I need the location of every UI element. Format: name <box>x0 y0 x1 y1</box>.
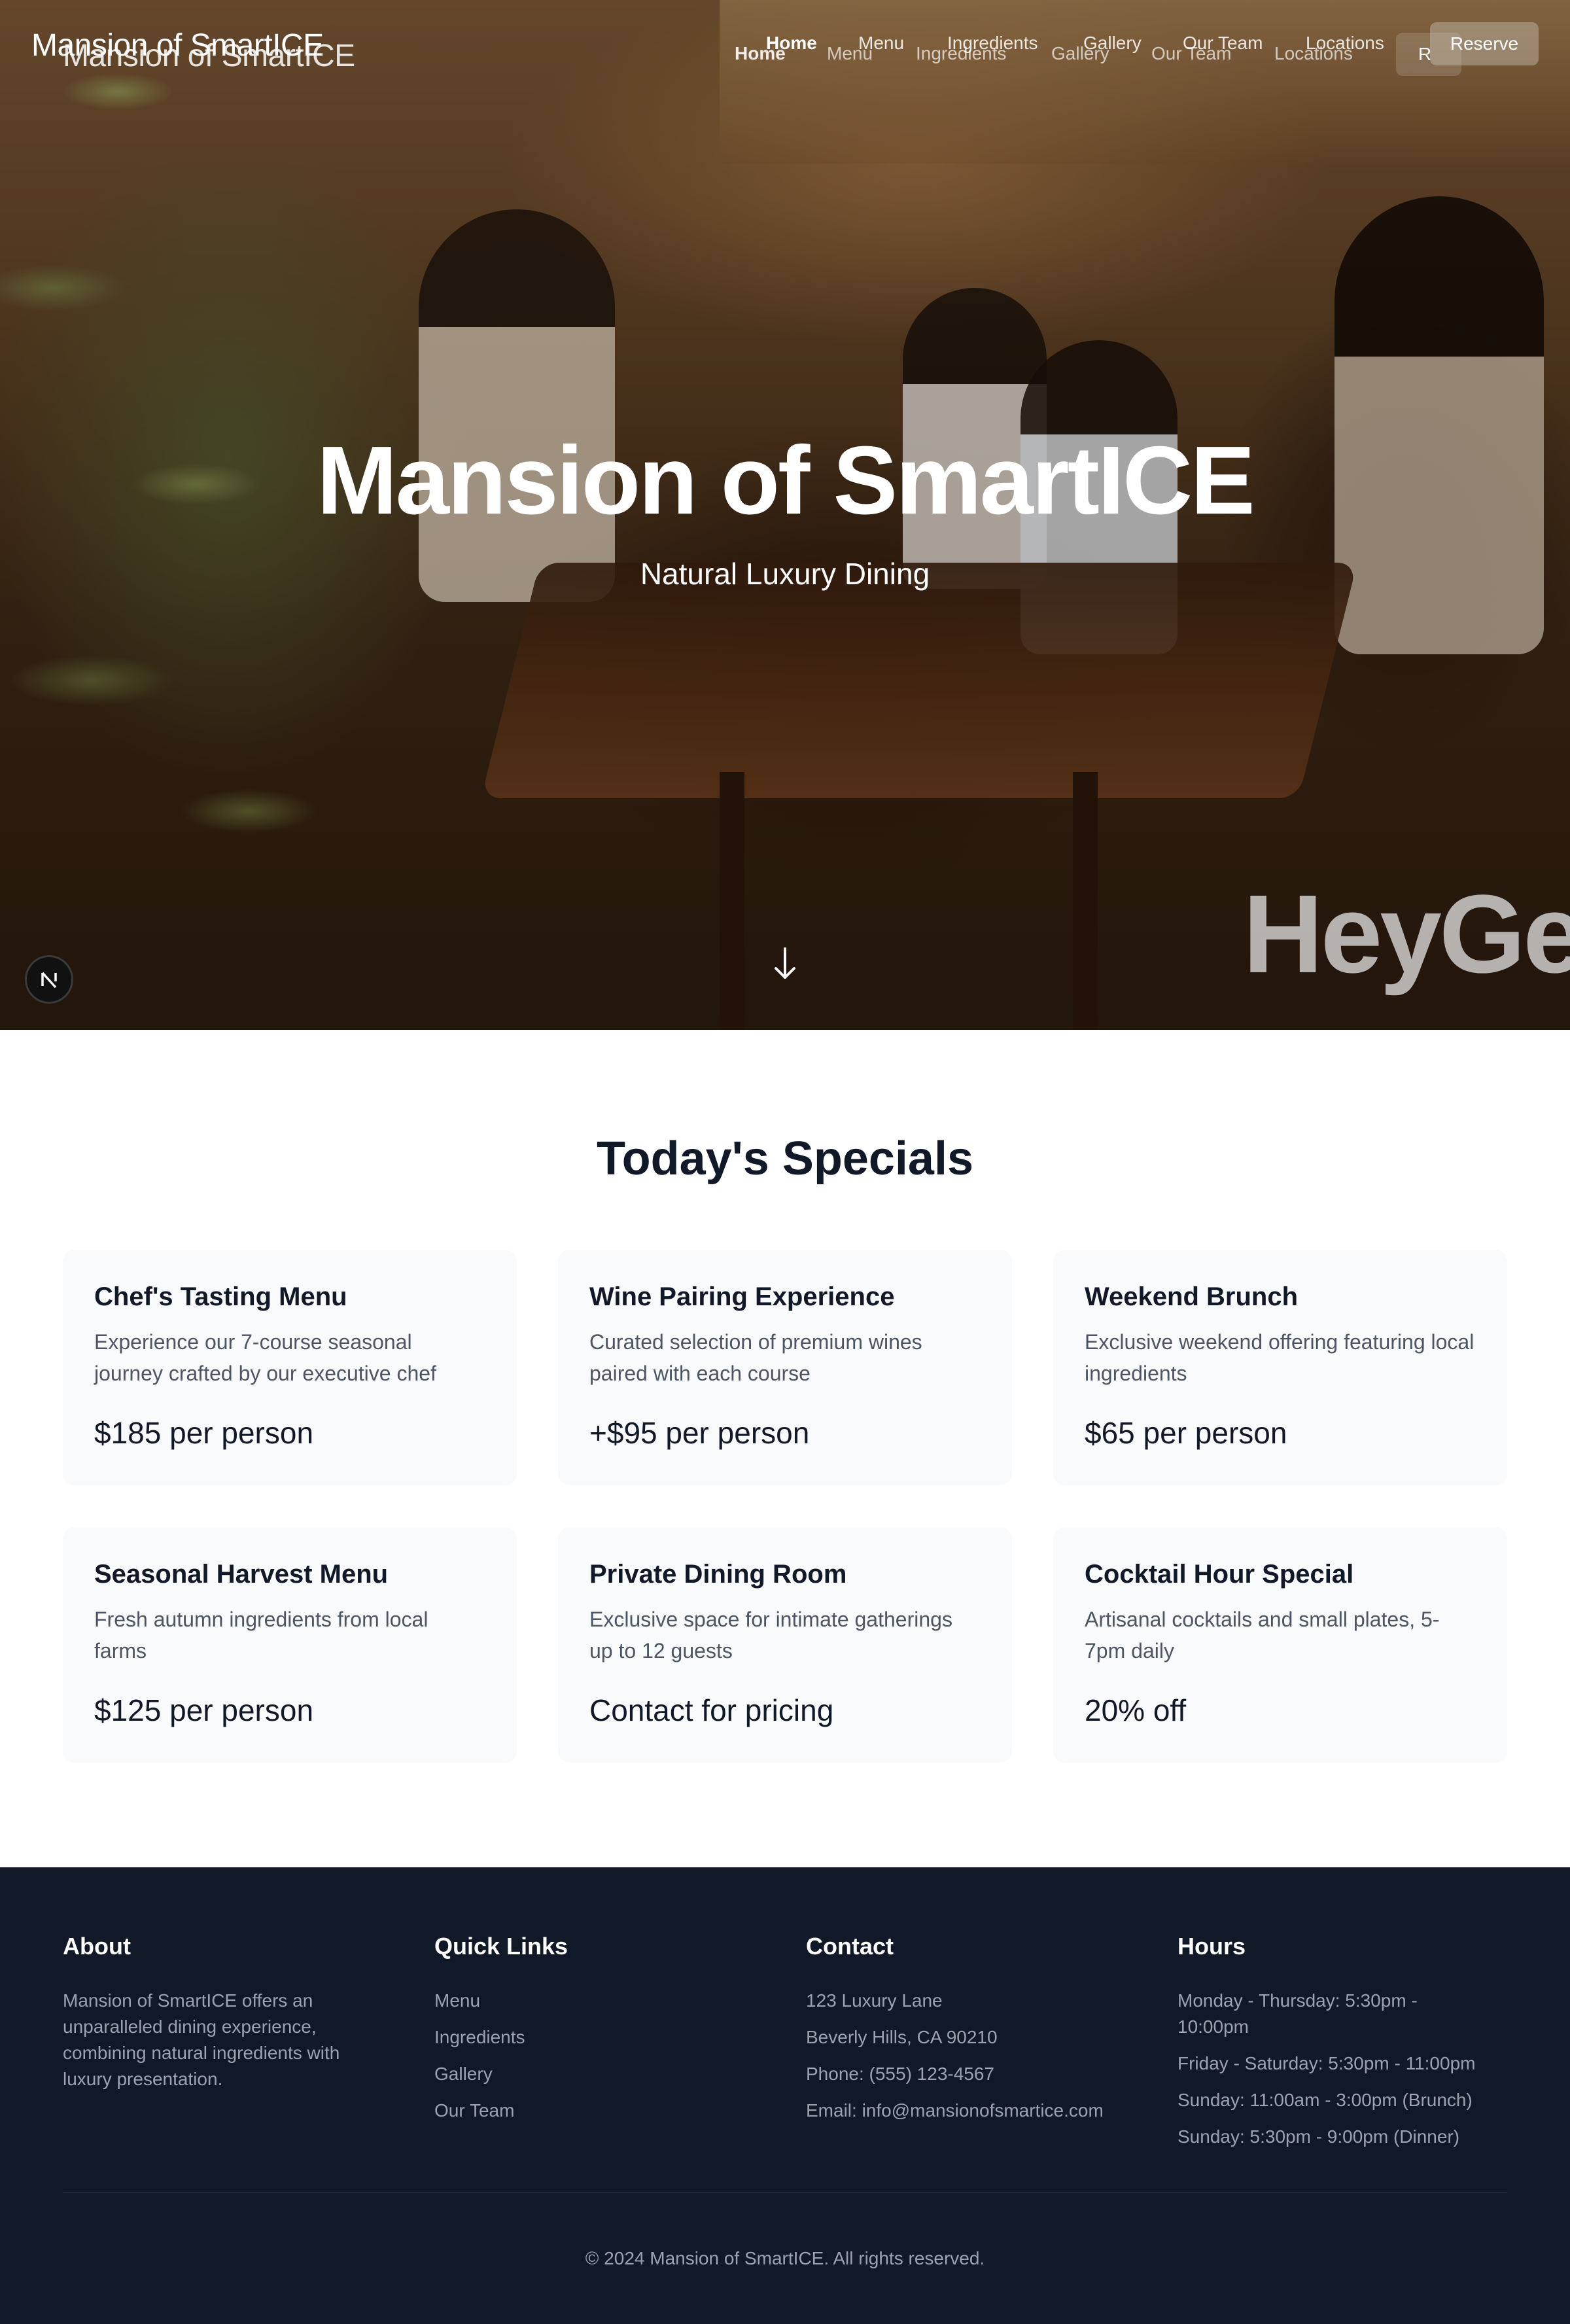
top-navigation: Mansion of SmartICE Mansion of SmartICE … <box>0 0 1570 92</box>
special-price: $125 per person <box>94 1693 314 1727</box>
footer-hours-line: Sunday: 5:30pm - 9:00pm (Dinner) <box>1178 2126 1460 2147</box>
special-price: +$95 per person <box>589 1416 810 1450</box>
special-price: $65 per person <box>1085 1416 1287 1450</box>
special-title: Weekend Brunch <box>1085 1282 1298 1311</box>
special-price: $185 per person <box>94 1416 314 1450</box>
special-title: Seasonal Harvest Menu <box>94 1560 389 1589</box>
special-title: Chef's Tasting Menu <box>94 1282 347 1311</box>
nav-link-locations-ghost: Locations <box>1274 43 1353 63</box>
reserve-button[interactable]: Reserve <box>1430 22 1539 65</box>
footer-quick-links-heading: Quick Links <box>434 1933 568 1960</box>
special-description: Fresh autumn ingredients from local farm… <box>94 1608 428 1663</box>
footer-contact-heading: Contact <box>806 1933 894 1960</box>
footer-divider <box>63 2192 1507 2193</box>
footer-phone[interactable]: Phone: (555) 123-4567 <box>806 2061 1120 2087</box>
footer-about-heading: About <box>63 1933 131 1960</box>
footer-address-line: 123 Luxury Lane <box>806 1990 943 2011</box>
footer-hours-heading: Hours <box>1178 1933 1246 1960</box>
brand-logo-ghost: Mansion of SmartICE <box>63 39 355 73</box>
site-footer: About Mansion of SmartICE offers an unpa… <box>0 1867 1570 2324</box>
special-card[interactable]: Private Dining Room Exclusive space for … <box>558 1527 1012 1763</box>
special-card[interactable]: Chef's Tasting Menu Experience our 7-cou… <box>63 1250 517 1485</box>
special-price: 20% off <box>1085 1693 1187 1727</box>
nav-link-home-ghost: Home <box>735 43 786 63</box>
special-card[interactable]: Weekend Brunch Exclusive weekend offerin… <box>1053 1250 1507 1485</box>
special-card[interactable]: Cocktail Hour Special Artisanal cocktail… <box>1053 1527 1507 1763</box>
special-title: Cocktail Hour Special <box>1085 1560 1354 1589</box>
footer-address-line: Beverly Hills, CA 90210 <box>806 2027 998 2047</box>
footer-hours: Hours Monday - Thursday: 5:30pm - 10:00p… <box>1178 1933 1492 2160</box>
nav-link-ingredients-ghost: Ingredients <box>916 43 1007 63</box>
dining-table <box>481 563 1357 798</box>
nav-link-menu-ghost: Menu <box>827 43 873 63</box>
hero-title: Mansion of SmartICE <box>317 427 1255 535</box>
heygen-watermark: HeyGen <box>1243 872 1570 996</box>
table-leg <box>720 772 744 1030</box>
diner-figure <box>419 209 615 602</box>
footer-link-gallery[interactable]: Gallery <box>434 2061 748 2087</box>
special-description: Curated selection of premium wines paire… <box>589 1330 922 1385</box>
special-description: Exclusive weekend offering featuring loc… <box>1085 1330 1474 1385</box>
footer-contact: Contact 123 Luxury Lane Beverly Hills, C… <box>806 1933 1120 2134</box>
special-description: Artisanal cocktails and small plates, 5-… <box>1085 1608 1440 1663</box>
special-title: Private Dining Room <box>589 1560 847 1589</box>
footer-email[interactable]: Email: info@mansionofsmartice.com <box>806 2098 1120 2124</box>
table-leg <box>1073 772 1098 1030</box>
special-description: Exclusive space for intimate gatherings … <box>589 1608 952 1663</box>
arrow-down-icon[interactable] <box>773 946 797 981</box>
special-card[interactable]: Seasonal Harvest Menu Fresh autumn ingre… <box>63 1527 517 1763</box>
special-card[interactable]: Wine Pairing Experience Curated selectio… <box>558 1250 1012 1485</box>
footer-hours-line: Friday - Saturday: 5:30pm - 11:00pm <box>1178 2053 1476 2073</box>
footer-quick-links: Quick Links Menu Ingredients Gallery Our… <box>434 1933 748 2134</box>
nav-link-our-team-ghost: Our Team <box>1151 43 1232 63</box>
footer-link-our-team[interactable]: Our Team <box>434 2098 748 2124</box>
footer-copyright: © 2024 Mansion of SmartICE. All rights r… <box>585 2248 985 2268</box>
special-title: Wine Pairing Experience <box>589 1282 895 1311</box>
n-logo-icon[interactable] <box>25 955 73 1004</box>
footer-hours-line: Monday - Thursday: 5:30pm - 10:00pm <box>1178 1990 1418 2037</box>
footer-about: About Mansion of SmartICE offers an unpa… <box>63 1933 377 2092</box>
hero-subtitle: Natural Luxury Dining <box>640 557 930 591</box>
hero-section: HeyGen Mansion of SmartICE Natural Luxur… <box>0 0 1570 1030</box>
nav-link-gallery-ghost: Gallery <box>1051 43 1109 63</box>
specials-title: Today's Specials <box>596 1133 974 1185</box>
special-price: Contact for pricing <box>589 1693 834 1727</box>
footer-link-ingredients[interactable]: Ingredients <box>434 2024 748 2051</box>
special-description: Experience our 7-course seasonal journey… <box>94 1330 436 1385</box>
footer-link-menu[interactable]: Menu <box>434 1988 748 2014</box>
footer-hours-line: Sunday: 11:00am - 3:00pm (Brunch) <box>1178 2090 1473 2110</box>
footer-about-text: Mansion of SmartICE offers an unparallel… <box>63 1990 340 2089</box>
